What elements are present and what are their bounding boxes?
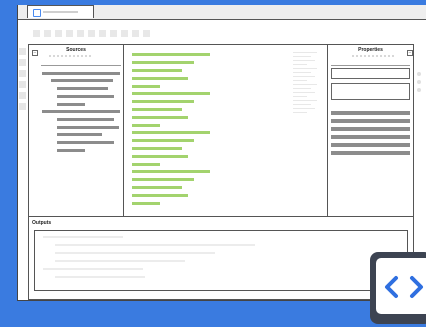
code-line [132,139,194,142]
editor-panel[interactable] [123,44,328,217]
activity-button[interactable] [19,59,26,66]
property-row[interactable] [331,127,410,131]
activity-dot[interactable] [417,80,421,84]
property-field[interactable] [331,68,410,79]
tree-item[interactable] [57,103,85,106]
output-console[interactable] [34,230,408,291]
output-line [55,244,255,246]
outputs-panel: Outputs [28,216,414,300]
activity-dot[interactable] [417,88,421,92]
code-line [132,147,182,150]
right-activity-bar [413,46,426,216]
toolbar-button[interactable] [66,30,73,37]
tree-item[interactable] [57,141,114,144]
divider [41,65,121,66]
code-line [132,69,182,72]
code-line [132,100,194,103]
code-line [132,124,160,127]
code-line [132,178,194,181]
tree-item[interactable] [57,149,85,152]
tab-bar [18,5,426,20]
output-line [43,268,143,270]
code-line [132,61,194,64]
property-row[interactable] [331,143,410,147]
property-textarea[interactable] [331,83,410,100]
activity-button[interactable] [19,92,26,99]
tree-item[interactable] [42,72,120,75]
minimap[interactable] [291,52,321,122]
tree-item[interactable] [57,95,114,98]
tree-item[interactable] [57,126,119,129]
property-row[interactable] [331,151,410,155]
output-line [55,260,185,262]
code-line [132,170,210,173]
divider [331,65,410,66]
toolbar-button[interactable] [99,30,106,37]
output-line [55,252,215,254]
activity-button[interactable] [19,70,26,77]
app-icon [33,9,41,17]
code-badge[interactable] [370,252,426,324]
outputs-title: Outputs [32,220,52,226]
property-row[interactable] [331,119,410,123]
toolbar [18,20,426,46]
code-line [132,53,210,56]
tree-item[interactable] [57,118,114,121]
activity-button[interactable] [19,103,26,110]
output-line [43,236,123,238]
toolbar-button[interactable] [55,30,62,37]
code-line [132,202,160,205]
tree-item[interactable] [42,110,120,113]
app-window: − Sources − Properties Outputs [17,5,426,301]
code-line [132,131,210,134]
tree-item[interactable] [57,133,102,136]
output-line [55,276,145,278]
toolbar-button[interactable] [110,30,117,37]
activity-button[interactable] [19,48,26,55]
code-line [132,85,160,88]
code-line [132,92,210,95]
tab-active[interactable] [27,5,94,18]
toolbar-button[interactable] [132,30,139,37]
activity-button[interactable] [19,81,26,88]
sources-subtitle-placeholder [49,55,91,59]
toolbar-button[interactable] [77,30,84,37]
code-line [132,163,160,166]
toolbar-button[interactable] [33,30,40,37]
properties-panel: − Properties [327,44,414,217]
tree-item[interactable] [57,87,108,90]
properties-subtitle-placeholder [352,55,394,59]
code-line [132,116,188,119]
activity-dot[interactable] [417,72,421,76]
properties-title: Properties [358,47,383,53]
code-line [132,77,188,80]
code-line [132,155,188,158]
tab-label [43,11,78,13]
code-line [132,108,182,111]
toolbar-button[interactable] [88,30,95,37]
code-line [132,194,188,197]
sources-panel: − Sources [28,44,124,217]
left-activity-bar [18,46,28,216]
toolbar-button[interactable] [121,30,128,37]
sources-title: Sources [66,47,86,53]
toolbar-button[interactable] [143,30,150,37]
tree-item[interactable] [51,79,113,82]
toolbar-button[interactable] [44,30,51,37]
property-row[interactable] [331,135,410,139]
property-row[interactable] [331,111,410,115]
code-line [132,186,182,189]
code-brackets-icon [385,276,423,298]
